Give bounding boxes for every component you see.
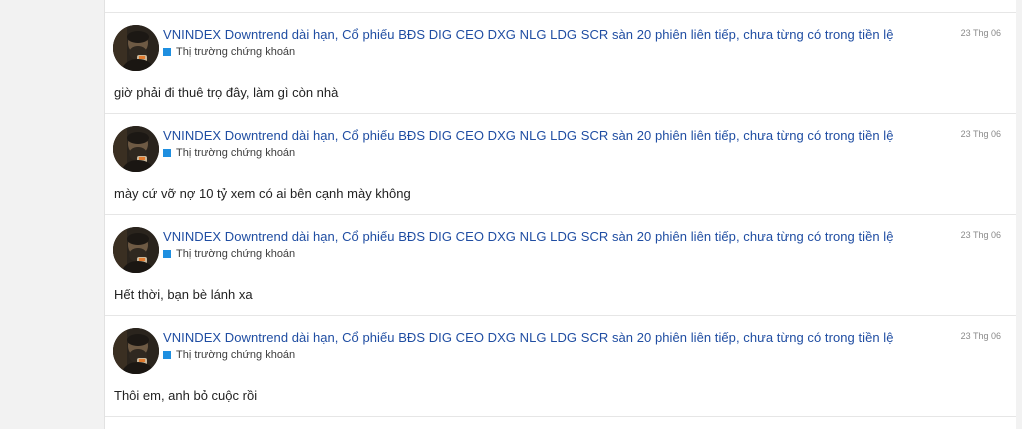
forum-label: Thị trường chứng khoán	[176, 46, 296, 58]
forum-link[interactable]: Thị trường chứng khoán	[163, 45, 295, 59]
feed-item: VNINDEX Downtrend dài hạn, Cổ phiếu BĐS …	[105, 316, 1017, 417]
avatar-image	[113, 227, 159, 273]
post-snippet: Hết thời, bạn bè lánh xa	[114, 287, 253, 302]
forum-label: Thị trường chứng khoán	[176, 248, 296, 260]
forum-link[interactable]: Thị trường chứng khoán	[163, 348, 295, 362]
page-margin	[1016, 0, 1022, 429]
avatar[interactable]	[113, 227, 159, 273]
post-date: 23 Thg 06	[960, 129, 1001, 139]
forum-square-icon	[163, 250, 171, 258]
forum-square-icon	[163, 48, 171, 56]
post-snippet: Thôi em, anh bỏ cuộc rồi	[114, 388, 258, 403]
post-date: 23 Thg 06	[960, 230, 1001, 240]
activity-feed: VNINDEX Downtrend dài hạn, Cổ phiếu BĐS …	[104, 0, 1018, 429]
feed-item: VNINDEX Downtrend dài hạn, Cổ phiếu BĐS …	[105, 215, 1017, 316]
forum-label: Thị trường chứng khoán	[176, 349, 296, 361]
post-date: 23 Thg 06	[960, 28, 1001, 38]
feed-item: VNINDEX Downtrend dài hạn, Cổ phiếu BĐS …	[105, 114, 1017, 215]
avatar-image	[113, 126, 159, 172]
thread-title-link[interactable]: VNINDEX Downtrend dài hạn, Cổ phiếu BĐS …	[163, 128, 894, 143]
post-date: 23 Thg 06	[960, 331, 1001, 341]
avatar[interactable]	[113, 126, 159, 172]
post-snippet: mày cứ vỡ nợ 10 tỷ xem có ai bên cạnh mà…	[114, 186, 411, 201]
post-snippet: giờ phải đi thuê trọ đây, làm gì còn nhà	[114, 85, 339, 100]
avatar[interactable]	[113, 328, 159, 374]
avatar-image	[113, 25, 159, 71]
forum-label: Thị trường chứng khoán	[176, 147, 296, 159]
avatar-image	[113, 328, 159, 374]
forum-link[interactable]: Thị trường chứng khoán	[163, 247, 295, 261]
avatar[interactable]	[113, 25, 159, 71]
forum-square-icon	[163, 149, 171, 157]
thread-title-link[interactable]: VNINDEX Downtrend dài hạn, Cổ phiếu BĐS …	[163, 27, 894, 42]
forum-square-icon	[163, 351, 171, 359]
feed-item: VNINDEX Downtrend dài hạn, Cổ phiếu BĐS …	[105, 13, 1017, 114]
thread-title-link[interactable]: VNINDEX Downtrend dài hạn, Cổ phiếu BĐS …	[163, 229, 894, 244]
page: VNINDEX Downtrend dài hạn, Cổ phiếu BĐS …	[0, 0, 1022, 429]
thread-title-link[interactable]: VNINDEX Downtrend dài hạn, Cổ phiếu BĐS …	[163, 330, 894, 345]
forum-link[interactable]: Thị trường chứng khoán	[163, 146, 295, 160]
